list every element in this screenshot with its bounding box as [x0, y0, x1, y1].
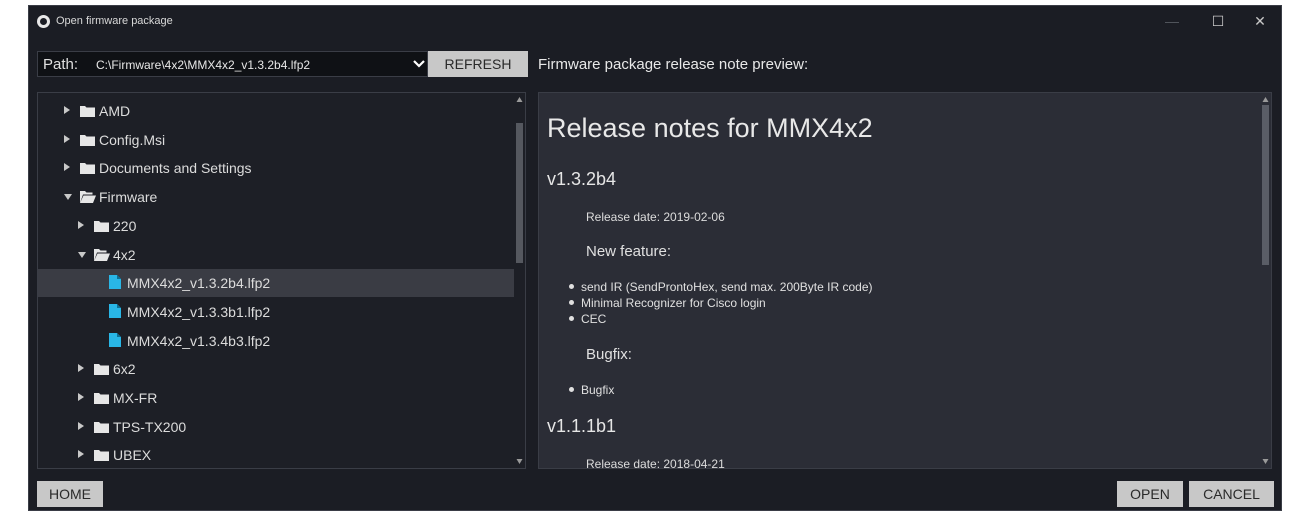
tree-item-label: Config.Msi — [99, 131, 166, 148]
scroll-down-arrow-icon[interactable] — [1260, 456, 1271, 466]
tree-item-folder[interactable]: 6x2 — [38, 355, 516, 383]
tree-item-label: Firmware — [99, 189, 158, 206]
open-button[interactable]: OPEN — [1117, 481, 1183, 507]
scroll-up-arrow-icon[interactable] — [1260, 95, 1271, 105]
folder-tree[interactable]: UBEX TPS-TX200 MX-FR 6x2 MMX4x2_v1.3.4b3.lfp… — [37, 92, 526, 469]
version-heading: v1.1.1b1 — [547, 416, 617, 436]
folder-icon — [94, 448, 109, 464]
cancel-button[interactable]: CANCEL — [1189, 481, 1274, 507]
tree-item-label: Documents and Settings — [99, 160, 252, 177]
tree-item-label: MMX4x2_v1.3.4b3.lfp2 — [127, 332, 271, 349]
app-logo-icon — [37, 15, 50, 28]
folder-icon — [94, 391, 109, 407]
path-dropdown[interactable]: Path: C:\Firmware\4x2\MMX4x2_v1.3.2b4.lf… — [37, 51, 428, 77]
folder-icon — [94, 420, 109, 436]
expand-arrow-right-icon[interactable] — [78, 450, 84, 459]
tree-item-folder[interactable]: 4x2 — [38, 241, 516, 269]
preview-scrollbar-thumb[interactable] — [1262, 105, 1269, 265]
preview-label: Firmware package release note preview: — [538, 56, 809, 73]
folder-icon — [80, 104, 95, 120]
folder-open-icon — [94, 248, 110, 264]
tree-item-file[interactable]: MMX4x2_v1.3.4b3.lfp2 — [38, 327, 516, 355]
minimize-button[interactable]: — — [1152, 11, 1192, 31]
window-title: Open firmware package — [56, 15, 173, 27]
feature-item: send IR (SendProntoHex, send max. 200Byt… — [569, 280, 873, 294]
feature-item: CEC — [569, 312, 606, 326]
expand-arrow-down-icon[interactable] — [64, 194, 72, 201]
tree-item-label: MMX4x2_v1.3.3b1.lfp2 — [127, 303, 271, 320]
bugfix-heading: Bugfix: — [586, 346, 632, 363]
tree-item-folder[interactable]: Firmware — [38, 183, 516, 211]
tree-item-label: 4x2 — [113, 246, 136, 263]
tree-item-label: 220 — [113, 217, 137, 234]
tree-item-folder[interactable]: AMD — [38, 97, 516, 125]
expand-arrow-down-icon[interactable] — [78, 251, 86, 258]
tree-item-label: MX-FR — [113, 390, 158, 406]
version-heading: v1.3.2b4 — [547, 169, 617, 189]
new-feature-heading: New feature: — [586, 243, 672, 260]
expand-arrow-right-icon[interactable] — [64, 134, 70, 143]
release-date: Release date: 2018-04-21 — [586, 457, 725, 469]
folder-icon — [94, 362, 109, 378]
folder-open-icon — [80, 190, 96, 206]
tree-item-label: TPS-TX200 — [113, 418, 187, 435]
file-icon — [109, 275, 121, 292]
tree-item-folder[interactable]: UBEX — [38, 441, 516, 468]
tree-scrollbar[interactable] — [514, 93, 525, 468]
tree-scrollbar-thumb[interactable] — [516, 123, 523, 263]
tree-item-folder[interactable]: TPS-TX200 — [38, 413, 516, 441]
refresh-button[interactable]: REFRESH — [428, 51, 528, 77]
folder-icon — [94, 219, 109, 235]
file-icon — [109, 303, 121, 321]
tree-item-file[interactable]: MMX4x2_v1.3.3b1.lfp2 — [38, 298, 516, 326]
folder-icon — [80, 133, 95, 149]
expand-arrow-right-icon[interactable] — [64, 106, 70, 114]
maximize-button[interactable]: ☐ — [1198, 11, 1238, 31]
scroll-up-arrow-icon[interactable] — [514, 95, 525, 105]
file-icon — [109, 332, 121, 350]
folder-icon — [80, 161, 95, 177]
chevron-down-icon — [413, 60, 425, 68]
tree-item-label: UBEX — [113, 447, 152, 464]
release-notes-preview: Release notes for MMX4x2 v1.3.2b4 Releas… — [538, 92, 1272, 469]
close-button[interactable]: ✕ — [1240, 11, 1280, 31]
open-firmware-dialog: Open firmware package — ☐ ✕ Path: C:\Fir… — [28, 5, 1282, 511]
path-label: Path: — [43, 56, 79, 73]
tree-item-label: AMD — [99, 103, 131, 119]
home-button[interactable]: HOME — [37, 481, 103, 507]
title-bar: Open firmware package — ☐ ✕ — [29, 6, 1281, 37]
expand-arrow-right-icon[interactable] — [64, 163, 70, 172]
expand-arrow-right-icon[interactable] — [78, 421, 84, 430]
release-date: Release date: 2019-02-06 — [586, 210, 725, 224]
expand-arrow-right-icon[interactable] — [78, 364, 84, 373]
tree-item-file[interactable]: MMX4x2_v1.3.2b4.lfp2 — [38, 269, 516, 298]
tree-item-label: MMX4x2_v1.3.2b4.lfp2 — [127, 275, 271, 292]
expand-arrow-right-icon[interactable] — [78, 220, 84, 229]
expand-arrow-right-icon[interactable] — [78, 393, 84, 401]
release-notes-title: Release notes for MMX4x2 — [547, 113, 873, 143]
scroll-down-arrow-icon[interactable] — [514, 456, 525, 466]
bugfix-item: Bugfix — [569, 383, 614, 397]
path-value: C:\Firmware\4x2\MMX4x2_v1.3.2b4.lfp2 — [96, 58, 311, 72]
tree-item-folder[interactable]: MX-FR — [38, 384, 516, 412]
preview-scrollbar[interactable] — [1260, 93, 1271, 468]
tree-item-folder[interactable]: 220 — [38, 212, 516, 240]
tree-item-folder[interactable]: Config.Msi — [38, 126, 516, 154]
feature-item: Minimal Recognizer for Cisco login — [569, 296, 766, 310]
tree-item-label: 6x2 — [113, 361, 136, 378]
tree-item-folder[interactable]: Documents and Settings — [38, 154, 516, 182]
